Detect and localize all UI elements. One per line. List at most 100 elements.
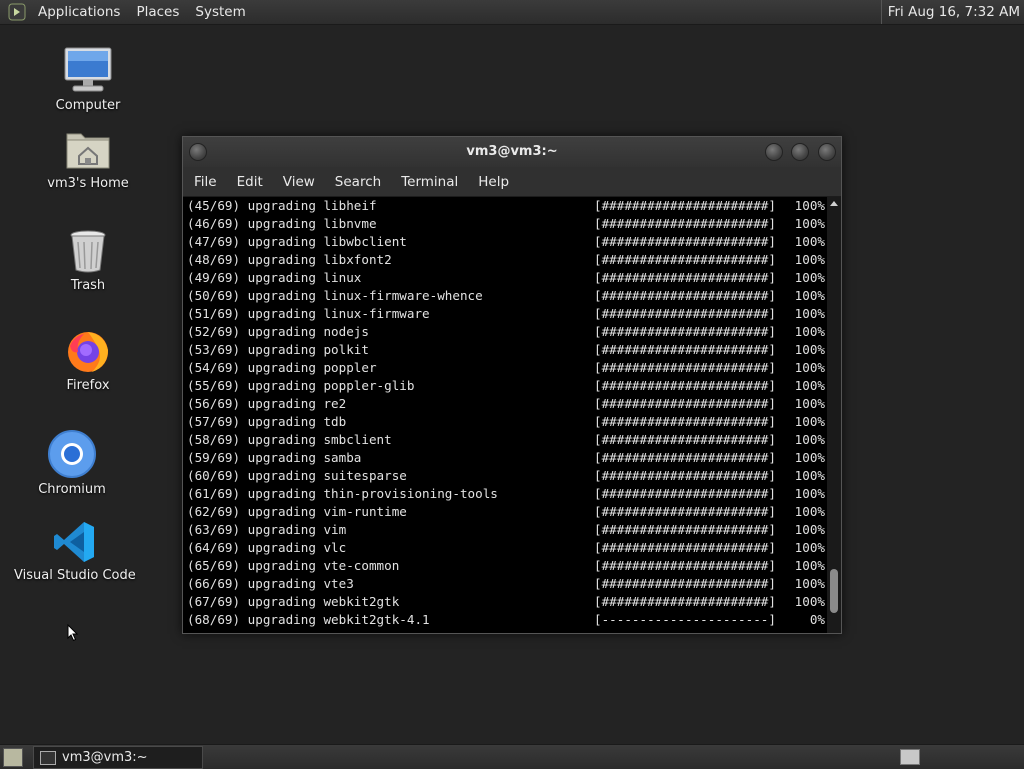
terminal-output[interactable]: (45/69) upgrading libheif [##############…	[183, 197, 827, 633]
progress-bar-text: [######################]	[594, 234, 776, 249]
home-folder-icon	[65, 128, 111, 172]
menu-view[interactable]: View	[273, 174, 325, 190]
progress-percent: 100%	[794, 504, 825, 519]
progress-percent: 100%	[794, 540, 825, 555]
menu-edit[interactable]: Edit	[227, 174, 273, 190]
menu-applications[interactable]: Applications	[30, 0, 128, 24]
close-button[interactable]	[818, 143, 836, 161]
terminal-line: (62/69) upgrading vim-runtime [##########…	[183, 503, 827, 521]
terminal-line: (57/69) upgrading tdb [##################…	[183, 413, 827, 431]
progress-percent: 100%	[794, 486, 825, 501]
terminal-line-text: (47/69) upgrading libwbclient	[187, 234, 407, 249]
trash-icon	[68, 228, 108, 274]
desktop-icon-home[interactable]: vm3's Home	[28, 128, 148, 191]
progress-percent: 100%	[794, 450, 825, 465]
menu-logo-icon[interactable]	[8, 3, 26, 21]
terminal-line: (58/69) upgrading smbclient [############…	[183, 431, 827, 449]
menu-search[interactable]: Search	[325, 174, 391, 190]
terminal-line-text: (50/69) upgrading linux-firmware-whence	[187, 288, 483, 303]
firefox-icon	[64, 326, 112, 374]
menu-system[interactable]: System	[187, 0, 253, 24]
terminal-line-text: (63/69) upgrading vim	[187, 522, 347, 537]
taskbar-item-label: vm3@vm3:~	[62, 750, 148, 765]
terminal-line: (56/69) upgrading re2 [##################…	[183, 395, 827, 413]
terminal-icon	[40, 751, 56, 765]
progress-bar-text: [######################]	[594, 486, 776, 501]
maximize-button[interactable]	[791, 143, 809, 161]
desktop-icon-label: Computer	[55, 98, 121, 113]
window-menubar: File Edit View Search Terminal Help	[183, 167, 841, 197]
progress-bar-text: [######################]	[594, 432, 776, 447]
progress-bar-text: [######################]	[594, 576, 776, 591]
scroll-up-arrow-icon[interactable]	[830, 201, 838, 206]
progress-percent: 100%	[794, 432, 825, 447]
window-menu-button[interactable]	[189, 143, 207, 161]
terminal-scrollbar[interactable]	[827, 197, 841, 633]
top-panel: Applications Places System Fri Aug 16, 7…	[0, 0, 1024, 25]
terminal-line: (64/69) upgrading vlc [##################…	[183, 539, 827, 557]
progress-percent: 100%	[794, 468, 825, 483]
terminal-line-text: (52/69) upgrading nodejs	[187, 324, 369, 339]
desktop-icon-chromium[interactable]: Chromium	[12, 430, 132, 497]
terminal-line: (45/69) upgrading libheif [##############…	[183, 197, 827, 215]
show-desktop-icon[interactable]	[3, 748, 23, 767]
progress-percent: 100%	[794, 324, 825, 339]
minimize-button[interactable]	[765, 143, 783, 161]
terminal-line-text: (66/69) upgrading vte3	[187, 576, 354, 591]
menu-places[interactable]: Places	[128, 0, 187, 24]
terminal-line: (65/69) upgrading vte-common [###########…	[183, 557, 827, 575]
progress-percent: 100%	[794, 306, 825, 321]
progress-bar-text: [######################]	[594, 342, 776, 357]
menu-help[interactable]: Help	[468, 174, 519, 190]
progress-bar-text: [######################]	[594, 414, 776, 429]
scrollbar-thumb[interactable]	[830, 569, 838, 613]
progress-bar-text: [######################]	[594, 306, 776, 321]
desktop-icon-firefox[interactable]: Firefox	[28, 326, 148, 393]
terminal-line: (55/69) upgrading poppler-glib [#########…	[183, 377, 827, 395]
progress-bar-text: [######################]	[594, 558, 776, 573]
terminal-line-text: (60/69) upgrading suitesparse	[187, 468, 407, 483]
bottom-panel: vm3@vm3:~	[0, 744, 1024, 769]
terminal-line-text: (67/69) upgrading webkit2gtk	[187, 594, 400, 609]
terminal-line-text: (65/69) upgrading vte-common	[187, 558, 400, 573]
progress-percent: 100%	[794, 270, 825, 285]
progress-percent: 100%	[794, 288, 825, 303]
terminal-line-text: (45/69) upgrading libheif	[187, 198, 377, 213]
desktop-icon-trash[interactable]: Trash	[28, 228, 148, 293]
terminal-line-text: (62/69) upgrading vim-runtime	[187, 504, 407, 519]
progress-bar-text: [######################]	[594, 378, 776, 393]
desktop-icon-computer[interactable]: Computer	[28, 46, 148, 113]
progress-bar-text: [######################]	[594, 450, 776, 465]
terminal-window[interactable]: vm3@vm3:~ File Edit View Search Terminal…	[182, 136, 842, 634]
progress-bar-text: [######################]	[594, 288, 776, 303]
desktop-icon-vscode[interactable]: Visual Studio Code	[14, 520, 136, 583]
progress-bar-text: [######################]	[594, 360, 776, 375]
progress-percent: 100%	[794, 396, 825, 411]
terminal-line: (50/69) upgrading linux-firmware-whence […	[183, 287, 827, 305]
terminal-line: (59/69) upgrading samba [################…	[183, 449, 827, 467]
mouse-pointer-icon	[67, 623, 79, 646]
taskbar-item-terminal[interactable]: vm3@vm3:~	[33, 746, 203, 769]
terminal-line: (68/69) upgrading webkit2gtk-4.1 [-------…	[183, 611, 827, 629]
terminal-line: (60/69) upgrading suitesparse [##########…	[183, 467, 827, 485]
progress-bar-text: [######################]	[594, 270, 776, 285]
progress-percent: 100%	[794, 378, 825, 393]
menu-terminal[interactable]: Terminal	[391, 174, 468, 190]
workspace-switcher[interactable]	[900, 749, 920, 765]
terminal-line: (67/69) upgrading webkit2gtk [###########…	[183, 593, 827, 611]
progress-percent: 100%	[794, 216, 825, 231]
progress-bar-text: [######################]	[594, 396, 776, 411]
progress-percent: 100%	[794, 360, 825, 375]
terminal-line-text: (58/69) upgrading smbclient	[187, 432, 392, 447]
menu-file[interactable]: File	[183, 174, 227, 190]
vscode-icon	[52, 520, 96, 564]
desktop-icon-label: Trash	[70, 278, 106, 293]
progress-percent: 100%	[794, 198, 825, 213]
progress-bar-text: [######################]	[594, 324, 776, 339]
desktop-icon-label: vm3's Home	[47, 176, 129, 191]
terminal-line-text: (64/69) upgrading vlc	[187, 540, 347, 555]
chromium-icon	[48, 430, 96, 478]
progress-percent: 0%	[809, 612, 825, 627]
clock[interactable]: Fri Aug 16, 7:32 AM	[880, 0, 1020, 24]
window-titlebar[interactable]: vm3@vm3:~	[183, 137, 841, 167]
